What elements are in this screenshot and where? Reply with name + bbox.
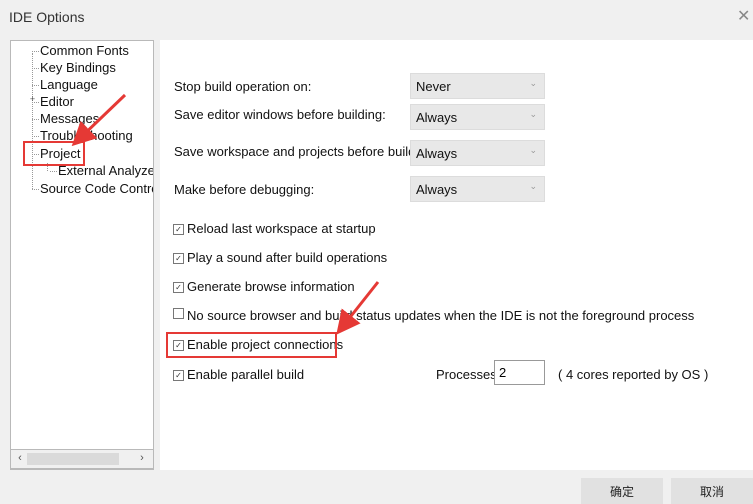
- category-tree: + Common Fonts Key Bindings Language Edi…: [10, 40, 154, 470]
- stop-build-value: Never: [416, 79, 451, 94]
- save-editor-label: Save editor windows before building:: [174, 107, 386, 122]
- no-source-browser-label: No source browser and build status updat…: [187, 308, 695, 323]
- tree-connector: [32, 53, 33, 189]
- project-options-pane: Stop build operation on: Never ⌄ Save ed…: [160, 40, 753, 470]
- tree-item-source-code-control[interactable]: Source Code Contro: [32, 181, 153, 197]
- chevron-down-icon: ⌄: [529, 78, 537, 88]
- processes-input[interactable]: [494, 360, 545, 385]
- tree-item-language[interactable]: Language: [32, 77, 98, 93]
- make-before-debugging-value: Always: [416, 182, 458, 197]
- chevron-down-icon: ⌄: [529, 145, 537, 155]
- tree-item-key-bindings[interactable]: Key Bindings: [32, 60, 116, 76]
- close-icon[interactable]: ✕: [737, 6, 753, 26]
- reload-workspace-label: Reload last workspace at startup: [187, 221, 376, 236]
- save-editor-select[interactable]: Always ⌄: [410, 104, 545, 130]
- chevron-down-icon: ⌄: [529, 181, 537, 191]
- enable-parallel-build-checkbox[interactable]: ✓ Enable parallel build: [173, 367, 304, 382]
- scroll-thumb[interactable]: [27, 453, 119, 465]
- chevron-down-icon: ⌄: [529, 109, 537, 119]
- generate-browse-label: Generate browse information: [187, 279, 355, 294]
- no-source-browser-checkbox[interactable]: No source browser and build status updat…: [173, 308, 694, 323]
- title-bar: IDE Options ✕: [0, 0, 753, 34]
- tree-item-editor[interactable]: Editor: [32, 94, 74, 110]
- reload-workspace-checkbox[interactable]: ✓ Reload last workspace at startup: [173, 221, 376, 236]
- checkbox-checked-icon[interactable]: ✓: [173, 253, 184, 264]
- stop-build-select[interactable]: Never ⌄: [410, 73, 545, 99]
- tree-horizontal-scrollbar[interactable]: ‹ ›: [10, 449, 154, 469]
- cores-reported-note: ( 4 cores reported by OS ): [558, 367, 709, 382]
- save-workspace-value: Always: [416, 146, 458, 161]
- save-workspace-label: Save workspace and projects before build…: [174, 144, 437, 159]
- scroll-left-icon[interactable]: ‹: [14, 452, 26, 466]
- scroll-right-icon[interactable]: ›: [136, 452, 148, 466]
- window-title: IDE Options: [9, 9, 85, 25]
- enable-parallel-build-label: Enable parallel build: [187, 367, 305, 382]
- stop-build-label: Stop build operation on:: [174, 79, 312, 94]
- make-before-debugging-select[interactable]: Always ⌄: [410, 176, 545, 202]
- save-editor-value: Always: [416, 110, 458, 125]
- checkbox-unchecked-icon[interactable]: [173, 308, 184, 319]
- checkbox-checked-icon[interactable]: ✓: [173, 224, 184, 235]
- generate-browse-checkbox[interactable]: ✓ Generate browse information: [173, 279, 355, 294]
- tree-item-common-fonts[interactable]: Common Fonts: [32, 43, 129, 59]
- checkbox-checked-icon[interactable]: ✓: [173, 282, 184, 293]
- play-sound-label: Play a sound after build operations: [187, 250, 388, 265]
- ok-button[interactable]: 确定: [581, 478, 663, 504]
- make-before-debugging-label: Make before debugging:: [174, 182, 315, 197]
- save-workspace-select[interactable]: Always ⌄: [410, 140, 545, 166]
- play-sound-checkbox[interactable]: ✓ Play a sound after build operations: [173, 250, 387, 265]
- checkbox-checked-icon[interactable]: ✓: [173, 370, 184, 381]
- project-connections-highlight-box: [166, 332, 337, 358]
- processes-label: Processes:: [436, 367, 501, 382]
- tree-item-messages[interactable]: Messages: [31, 111, 99, 127]
- cancel-button[interactable]: 取消: [671, 478, 753, 504]
- project-highlight-box: [23, 141, 85, 166]
